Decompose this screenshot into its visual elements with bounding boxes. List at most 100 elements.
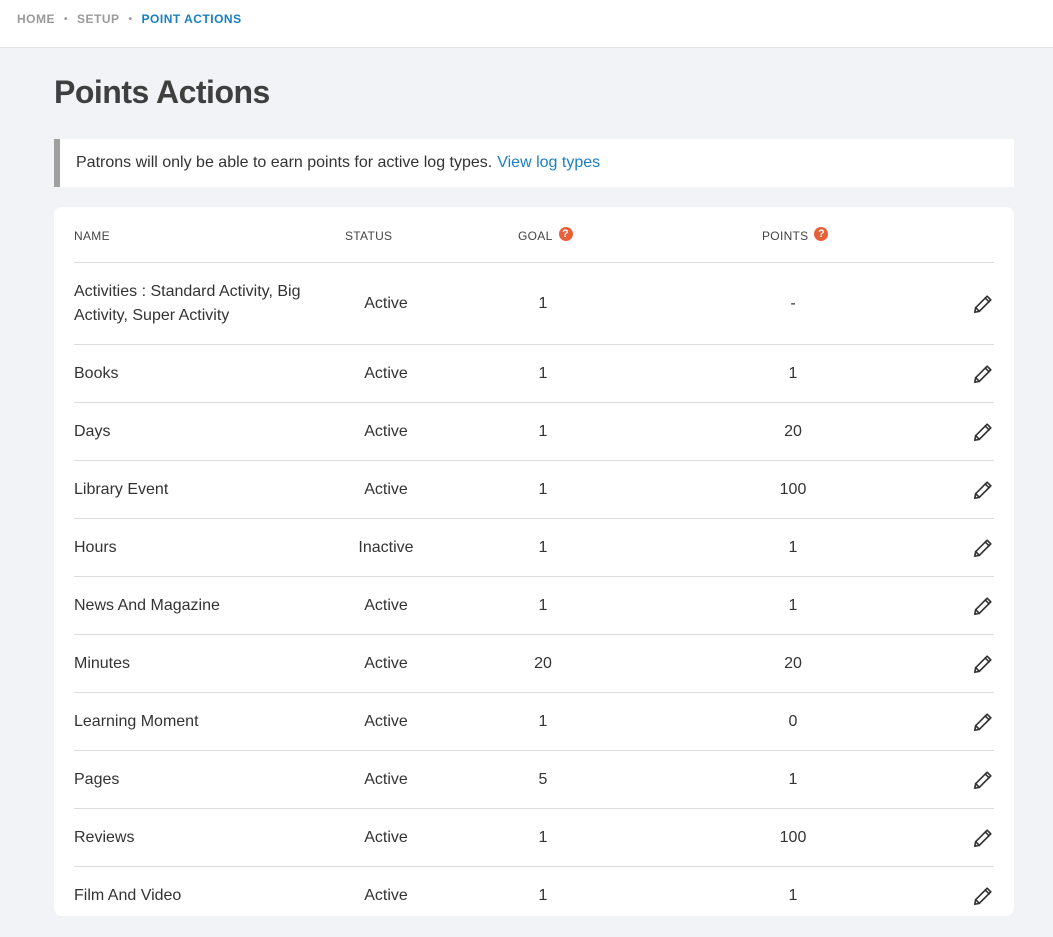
row-status: Active	[364, 712, 408, 730]
cell-status: Active	[326, 403, 446, 460]
cell-status: Active	[326, 577, 446, 634]
pencil-icon	[972, 653, 994, 675]
page-title: Points Actions	[54, 74, 270, 110]
cell-points: 20	[743, 403, 843, 460]
row-name: Books	[74, 364, 119, 382]
table-body: Activities : Standard Activity, Big Acti…	[74, 263, 994, 924]
table-header: NAME STATUS GOAL ? POINTS ?	[74, 207, 994, 263]
cell-name: Minutes	[74, 635, 324, 692]
edit-button[interactable]	[964, 519, 994, 576]
row-status: Active	[364, 596, 408, 614]
header-status-label: STATUS	[345, 229, 393, 243]
cell-points: 100	[743, 809, 843, 866]
row-goal: 1	[538, 294, 548, 312]
row-status: Inactive	[358, 538, 414, 556]
points-actions-table: NAME STATUS GOAL ? POINTS ? Activities :…	[54, 207, 1014, 916]
edit-button[interactable]	[964, 751, 994, 808]
pencil-icon	[972, 711, 994, 733]
row-goal: 1	[538, 886, 548, 904]
cell-goal: 5	[493, 751, 593, 808]
table-row: Days Active 1 20	[74, 403, 994, 461]
table-row: Learning Moment Active 1 0	[74, 693, 994, 751]
breadcrumb: HOME • SETUP • POINT ACTIONS	[17, 12, 242, 26]
cell-goal: 1	[493, 577, 593, 634]
cell-status: Active	[326, 693, 446, 750]
row-status: Active	[364, 886, 408, 904]
breadcrumb-separator: •	[64, 13, 69, 25]
breadcrumb-home[interactable]: HOME	[17, 12, 55, 26]
cell-status: Active	[326, 867, 446, 924]
table-row: Film And Video Active 1 1	[74, 867, 994, 924]
row-points: 100	[779, 480, 807, 498]
cell-goal: 1	[493, 461, 593, 518]
pencil-icon	[972, 595, 994, 617]
row-points: 0	[788, 712, 798, 730]
row-name: Minutes	[74, 654, 131, 672]
cell-name: Pages	[74, 751, 324, 808]
edit-button[interactable]	[964, 635, 994, 692]
cell-status: Active	[326, 635, 446, 692]
cell-points: 1	[743, 519, 843, 576]
cell-name: Books	[74, 345, 324, 402]
edit-button[interactable]	[964, 461, 994, 518]
edit-button[interactable]	[964, 577, 994, 634]
edit-button[interactable]	[964, 867, 994, 924]
row-name: Learning Moment	[74, 712, 199, 730]
edit-button[interactable]	[964, 263, 994, 344]
header-status: STATUS	[345, 229, 392, 243]
table-row: Library Event Active 1 100	[74, 461, 994, 519]
cell-name: Days	[74, 403, 324, 460]
row-name: Hours	[74, 538, 117, 556]
table-row: Pages Active 5 1	[74, 751, 994, 809]
row-status: Active	[364, 422, 408, 440]
row-points: 1	[788, 770, 798, 788]
cell-name: Library Event	[74, 461, 324, 518]
cell-goal: 1	[493, 403, 593, 460]
row-points: 1	[788, 886, 798, 904]
pencil-icon	[972, 885, 994, 907]
row-name: Activities : Standard Activity, Big Acti…	[74, 282, 301, 324]
cell-name: Reviews	[74, 809, 324, 866]
cell-goal: 1	[493, 867, 593, 924]
row-points: -	[790, 294, 796, 312]
header-points: POINTS ?	[762, 227, 829, 243]
row-goal: 20	[534, 654, 552, 672]
cell-goal: 1	[493, 519, 593, 576]
cell-status: Active	[326, 461, 446, 518]
table-row: Activities : Standard Activity, Big Acti…	[74, 263, 994, 345]
edit-button[interactable]	[964, 809, 994, 866]
question-circle-icon[interactable]: ?	[814, 227, 829, 241]
edit-button[interactable]	[964, 403, 994, 460]
row-name: Reviews	[74, 828, 135, 846]
row-name: Days	[74, 422, 111, 440]
cell-name: Film And Video	[74, 867, 324, 924]
row-goal: 1	[538, 480, 548, 498]
row-goal: 1	[538, 596, 548, 614]
header-name: NAME	[74, 229, 110, 243]
row-status: Active	[364, 654, 408, 672]
cell-status: Active	[326, 809, 446, 866]
row-points: 1	[788, 538, 798, 556]
row-points: 20	[784, 422, 802, 440]
pencil-icon	[972, 293, 994, 315]
pencil-icon	[972, 537, 994, 559]
row-goal: 5	[538, 770, 548, 788]
row-points: 1	[788, 364, 798, 382]
row-points: 1	[788, 596, 798, 614]
row-name: Pages	[74, 770, 120, 788]
row-points: 20	[784, 654, 802, 672]
cell-status: Active	[326, 751, 446, 808]
pencil-icon	[972, 479, 994, 501]
breadcrumb-setup[interactable]: SETUP	[77, 12, 120, 26]
edit-button[interactable]	[964, 693, 994, 750]
table-row: Reviews Active 1 100	[74, 809, 994, 867]
cell-goal: 1	[493, 345, 593, 402]
row-goal: 1	[538, 422, 548, 440]
row-status: Active	[364, 770, 408, 788]
question-circle-icon[interactable]: ?	[558, 227, 573, 241]
view-log-types-link[interactable]: View log types	[497, 154, 600, 172]
edit-button[interactable]	[964, 345, 994, 402]
cell-goal: 1	[493, 693, 593, 750]
row-points: 100	[779, 828, 807, 846]
info-notice: Patrons will only be able to earn points…	[54, 139, 1014, 187]
